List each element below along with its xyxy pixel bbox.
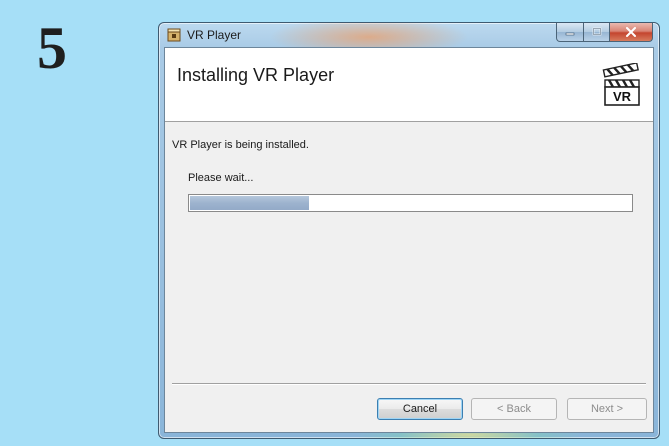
installer-window: VR Player Installing VR Player VR VR Pla… (158, 22, 660, 439)
minimize-icon (565, 32, 575, 36)
caption-buttons (556, 23, 653, 42)
page-title: Installing VR Player (177, 65, 335, 85)
maximize-button[interactable] (584, 23, 610, 42)
progress-bar-fill (190, 196, 309, 210)
clapperboard-vr-logo: VR (602, 63, 640, 106)
minimize-button[interactable] (556, 23, 584, 42)
close-icon (626, 27, 636, 37)
app-icon (167, 28, 181, 42)
maximize-icon (592, 27, 601, 36)
header-band: Installing VR Player VR (165, 48, 653, 122)
logo-text: VR (613, 89, 632, 104)
installer-client-area: Installing VR Player VR VR Player is bei… (164, 47, 654, 433)
install-status-text: VR Player is being installed. (172, 139, 309, 151)
close-button[interactable] (610, 23, 653, 42)
window-title: VR Player (187, 28, 242, 42)
step-number: 5 (37, 15, 67, 81)
cancel-button[interactable]: Cancel (377, 398, 463, 420)
title-bar[interactable]: VR Player (159, 23, 659, 47)
next-button[interactable]: Next > (567, 398, 647, 420)
button-separator (172, 383, 646, 385)
install-progress-bar (188, 194, 633, 212)
tutorial-background: 5 VR Player Installing VR Player VR VR P… (0, 0, 669, 446)
please-wait-label: Please wait... (188, 172, 254, 184)
back-button[interactable]: < Back (471, 398, 557, 420)
